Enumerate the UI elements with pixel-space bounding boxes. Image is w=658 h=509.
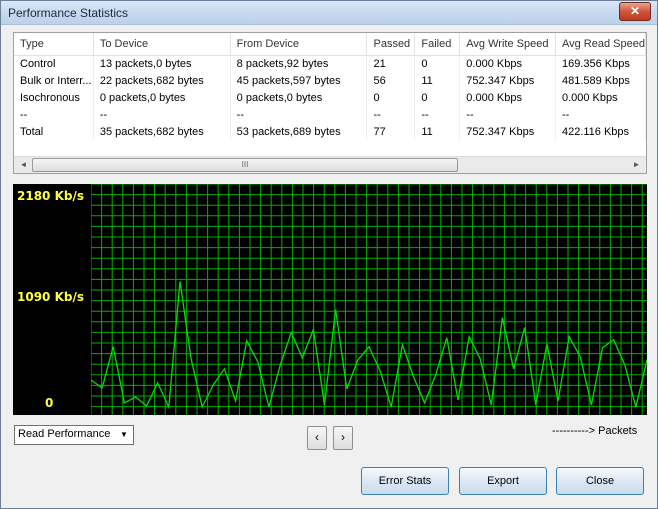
table-cell: --: [230, 106, 368, 123]
table-cell: 13 packets,0 bytes: [93, 55, 231, 72]
next-page-button[interactable]: ›: [333, 426, 353, 450]
table-cell: 0 packets,0 bytes: [93, 89, 231, 106]
table-cell: --: [14, 106, 94, 123]
performance-mode-select[interactable]: Read Performance ▼: [14, 425, 134, 445]
column-header[interactable]: Failed: [414, 33, 461, 56]
table-cell: --: [459, 106, 556, 123]
statistics-table: Type To Device From Device Passed Failed Avg …: [13, 32, 647, 174]
table-cell: 11: [414, 72, 461, 89]
column-header[interactable]: To Device: [93, 33, 231, 56]
y-label-mid: 1090 Kb/s: [17, 290, 84, 304]
table-row[interactable]: Isochronous 0 packets,0 bytes 0 packets,0 …: [14, 89, 646, 106]
table-cell: 752.347 Kbps: [459, 72, 556, 89]
error-stats-button[interactable]: Error Stats: [361, 467, 449, 495]
table-cell: 45 packets,597 bytes: [230, 72, 368, 89]
performance-mode-value: Read Performance: [18, 428, 111, 440]
table-cell: 422.116 Kbps: [555, 123, 646, 140]
table-row[interactable]: Bulk or Interr... 22 packets,682 bytes 45 …: [14, 72, 646, 89]
table-cell: 0.000 Kbps: [459, 55, 556, 72]
graph-plot: [91, 184, 647, 415]
scroll-right-icon[interactable]: ►: [628, 157, 645, 173]
table-cell: 0: [414, 89, 461, 106]
chevron-down-icon[interactable]: ▼: [117, 428, 131, 442]
table-cell: 77: [366, 123, 416, 140]
column-header[interactable]: Passed: [366, 33, 416, 56]
table-cell: Isochronous: [14, 89, 94, 106]
column-header[interactable]: Avg Write Speed: [459, 33, 556, 56]
table-cell: 0.000 Kbps: [555, 89, 646, 106]
table-cell: 35 packets,682 bytes: [93, 123, 231, 140]
table-row[interactable]: Control 13 packets,0 bytes 8 packets,92 by…: [14, 55, 646, 72]
y-label-max: 2180 Kb/s: [17, 189, 84, 203]
horizontal-scrollbar[interactable]: ◄ III ►: [14, 156, 646, 173]
table-cell: 0 packets,0 bytes: [230, 89, 368, 106]
window-title: Performance Statistics: [8, 6, 129, 20]
previous-page-button[interactable]: ‹: [307, 426, 327, 450]
column-header[interactable]: Avg Read Speed: [555, 33, 646, 56]
table-cell: 53 packets,689 bytes: [230, 123, 368, 140]
table-cell: 22 packets,682 bytes: [93, 72, 231, 89]
column-header[interactable]: Type: [14, 33, 94, 56]
table-cell: 0.000 Kbps: [459, 89, 556, 106]
table-cell: Bulk or Interr...: [14, 72, 94, 89]
table-cell: --: [93, 106, 231, 123]
table-cell: Total: [14, 123, 94, 140]
graph-legend: ----------> Packets: [552, 425, 638, 437]
export-button[interactable]: Export: [459, 467, 547, 495]
table-cell: --: [555, 106, 646, 123]
table-cell: 481.589 Kbps: [555, 72, 646, 89]
close-window-button[interactable]: ✕: [619, 2, 651, 21]
y-label-min: 0: [45, 396, 54, 410]
table-cell: --: [414, 106, 461, 123]
table-cell: 8 packets,92 bytes: [230, 55, 368, 72]
table-cell: 752.347 Kbps: [459, 123, 556, 140]
close-button[interactable]: Close: [556, 467, 644, 495]
table-cell: 56: [366, 72, 416, 89]
scrollbar-thumb[interactable]: III: [32, 158, 458, 172]
title-bar: Performance Statistics ✕: [1, 1, 657, 25]
scroll-left-icon[interactable]: ◄: [15, 157, 32, 173]
column-header[interactable]: From Device: [230, 33, 368, 56]
performance-statistics-window: Performance Statistics ✕ Type To Device Fr…: [0, 0, 658, 509]
table-cell: 169.356 Kbps: [555, 55, 646, 72]
table-cell: 21: [366, 55, 416, 72]
table-cell: 0: [366, 89, 416, 106]
table-cell: 11: [414, 123, 461, 140]
table-cell: Control: [14, 55, 94, 72]
table-cell: 0: [414, 55, 461, 72]
table-cell: --: [366, 106, 416, 123]
table-row[interactable]: -- -- -- -- -- -- --: [14, 106, 646, 123]
performance-graph: 2180 Kb/s 1090 Kb/s 0: [13, 184, 647, 415]
table-row[interactable]: Total 35 packets,682 bytes 53 packets,689 …: [14, 123, 646, 140]
